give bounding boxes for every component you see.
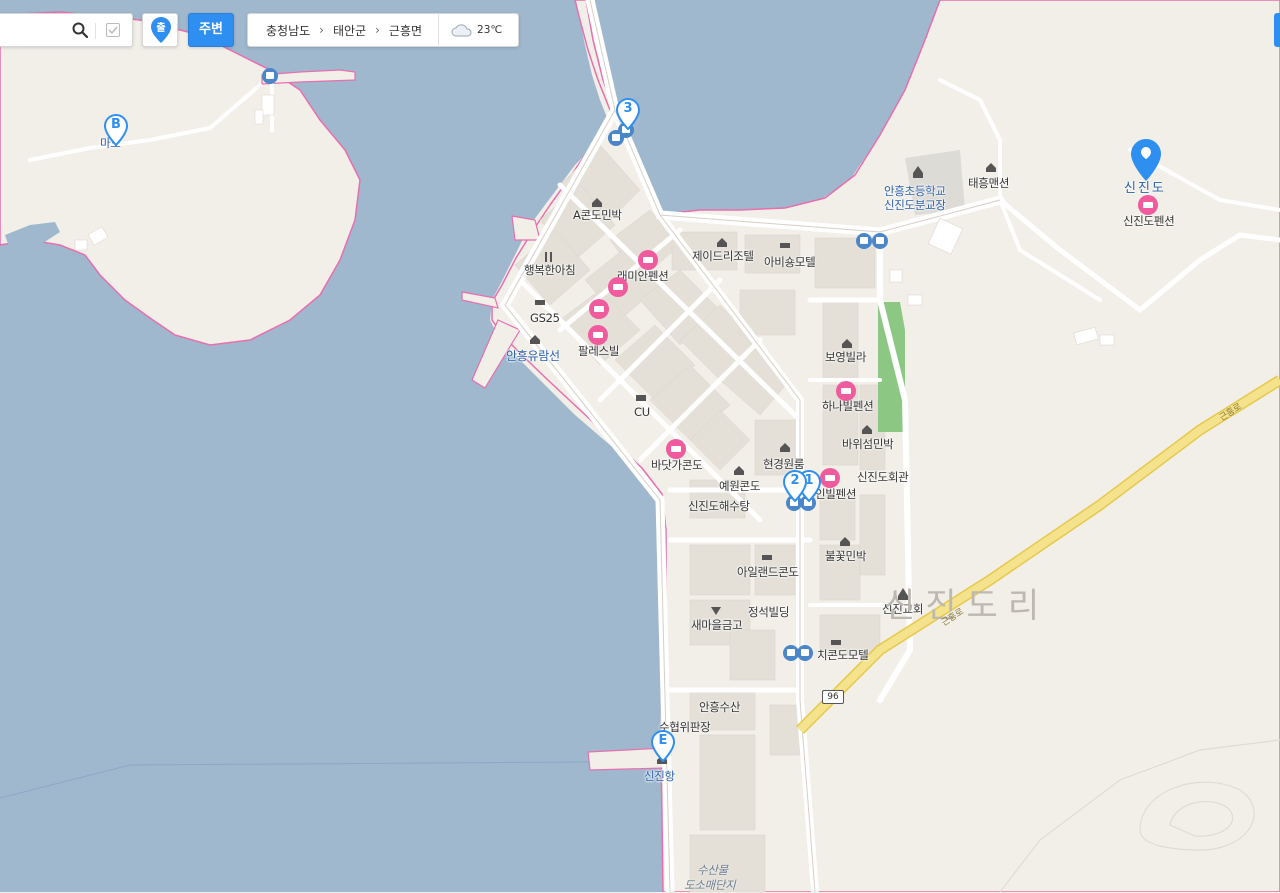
search-icon[interactable]: [72, 22, 88, 38]
label-jungseok[interactable]: 정석빌딩: [748, 604, 789, 620]
breadcrumb-town[interactable]: 근흥면: [389, 22, 422, 39]
label-seaside-condo[interactable]: 바닷가콘도: [651, 457, 703, 473]
search-input[interactable]: [4, 20, 68, 42]
nearby-button[interactable]: 주변: [188, 13, 234, 47]
marker-e[interactable]: E: [650, 729, 676, 766]
breadcrumb-province[interactable]: 충청남도: [266, 22, 310, 39]
label-region: 신진도리: [884, 586, 1050, 626]
weather-temp: 23℃: [477, 24, 503, 36]
breadcrumb-divider: [438, 13, 440, 47]
label-sinjin-port[interactable]: 신진항: [644, 768, 675, 784]
label-fish-market-1[interactable]: 수산물: [697, 862, 728, 878]
marker-3[interactable]: 3: [615, 97, 641, 134]
map-canvas[interactable]: [0, 0, 1280, 892]
label-inn-pension[interactable]: 인빌펜션: [815, 486, 856, 502]
label-raemian[interactable]: 래미안펜션: [617, 268, 669, 284]
label-abi-motel[interactable]: 아비숑모텔: [764, 254, 816, 270]
departure-pin-button[interactable]: 출: [142, 13, 178, 47]
marker-2-label: 2: [790, 473, 800, 488]
label-taeheung[interactable]: 태흥맨션: [968, 175, 1009, 191]
marker-3-label: 3: [623, 101, 633, 116]
label-boyoung[interactable]: 보영빌라: [825, 349, 866, 365]
checkbox-icon[interactable]: [106, 23, 120, 37]
marker-b-label: B: [111, 117, 121, 132]
side-panel-tab[interactable]: [1274, 13, 1280, 47]
label-ferry[interactable]: 안흥유람선: [506, 347, 560, 364]
label-hall[interactable]: 신진도회관: [857, 469, 909, 485]
label-hana[interactable]: 하나빌펜션: [822, 398, 874, 414]
label-palace[interactable]: 팔레스빌: [578, 343, 619, 359]
label-value-motel[interactable]: 치콘도모텔: [817, 647, 869, 663]
departure-pin-label: 출: [156, 23, 166, 34]
label-bawisum[interactable]: 바위섬민박: [842, 436, 894, 452]
breadcrumb: 충청남도 › 태안군 › 근흥면 23℃: [247, 13, 519, 47]
destination-pin-icon[interactable]: [1130, 138, 1162, 186]
label-fish-market-2[interactable]: 도소매단지: [684, 877, 736, 893]
marker-e-label: E: [658, 733, 668, 748]
route-shield: 96: [822, 690, 844, 704]
cloud-icon: [451, 24, 472, 37]
weather[interactable]: 23℃: [451, 23, 502, 37]
label-jd-resort[interactable]: 제이드리조텔: [692, 248, 754, 264]
breadcrumb-county[interactable]: 태안군: [333, 22, 366, 39]
marker-2[interactable]: 2: [782, 469, 808, 506]
marker-b[interactable]: B: [103, 113, 129, 150]
chevron-right-icon: ›: [319, 23, 324, 37]
label-cu[interactable]: CU: [634, 405, 650, 419]
label-gs25[interactable]: GS25: [530, 311, 560, 325]
search-divider: [95, 23, 96, 39]
label-school-2[interactable]: 신진도분교장: [884, 197, 946, 213]
chevron-right-icon: ›: [375, 23, 380, 37]
label-happy[interactable]: 행복한아침: [524, 262, 576, 278]
label-a-condo[interactable]: A콘도민박: [573, 207, 622, 223]
label-yewon[interactable]: 예원콘도: [719, 478, 760, 494]
label-island-condo[interactable]: 아일랜드콘도: [737, 564, 799, 580]
label-saemaeul[interactable]: 새마을금고: [691, 617, 743, 633]
park: [878, 302, 905, 432]
label-bulkkot[interactable]: 불꽃민박: [825, 548, 866, 564]
search-box[interactable]: [0, 13, 133, 47]
label-anheung-fish[interactable]: 안흥수산: [699, 699, 740, 715]
label-sinjindo-pension[interactable]: 신진도펜션: [1123, 213, 1175, 229]
label-sauna[interactable]: 신진도해수탕: [688, 498, 750, 514]
